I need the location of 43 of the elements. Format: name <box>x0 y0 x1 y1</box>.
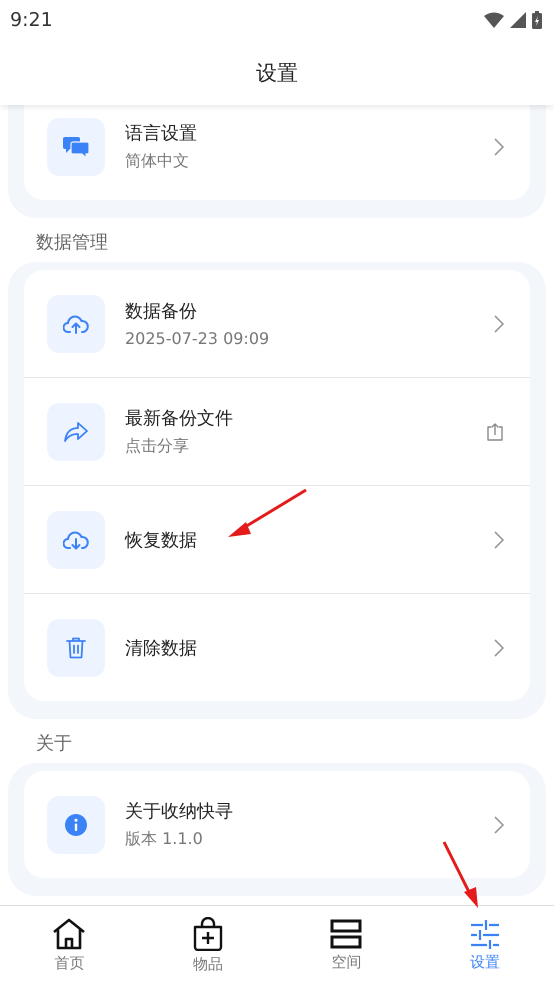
item-subtitle: 2025-07-23 09:09 <box>125 329 270 348</box>
settings-item[interactable]: 恢复数据 <box>24 485 530 593</box>
signal-icon <box>510 12 526 28</box>
settings-item[interactable]: 语言设置 简体中文 <box>24 105 530 200</box>
nav-tab[interactable]: 首页 <box>0 906 138 984</box>
bag-icon <box>192 916 224 950</box>
item-title: 最新备份文件 <box>125 407 234 430</box>
nav-tab[interactable]: 设置 <box>416 906 554 984</box>
nav-tab[interactable]: 物品 <box>138 906 277 984</box>
page-title: 设置 <box>256 60 298 86</box>
sliders-icon <box>468 918 501 948</box>
settings-item[interactable]: 数据备份 2025-07-23 09:09 <box>24 270 530 377</box>
wifi-icon <box>484 12 504 28</box>
item-title: 关于收纳快寻 <box>125 800 234 823</box>
chevron-icon <box>494 638 504 656</box>
trash-icon <box>66 636 86 658</box>
status-time: 9:21 <box>10 9 53 31</box>
section-label: 关于 <box>35 732 73 756</box>
chevron-icon <box>494 816 504 834</box>
chevron-icon <box>494 314 504 332</box>
share-icon[interactable] <box>486 422 504 440</box>
nav-tab[interactable]: 空间 <box>277 906 416 984</box>
settings-item[interactable]: 关于收纳快寻 版本 1.1.0 <box>24 771 530 878</box>
cloud-upload-icon <box>63 314 89 334</box>
stack-icon <box>330 918 362 948</box>
item-title: 恢复数据 <box>125 528 198 552</box>
chevron-icon <box>494 530 504 548</box>
cloud-download-icon <box>63 530 89 550</box>
chat-bubbles-icon <box>63 136 89 158</box>
section-label: 数据管理 <box>35 231 109 255</box>
settings-item[interactable]: 最新备份文件 点击分享 <box>24 377 530 485</box>
item-title: 清除数据 <box>125 636 198 660</box>
item-title: 语言设置 <box>125 122 198 145</box>
item-subtitle: 点击分享 <box>125 436 190 457</box>
home-icon <box>52 918 86 950</box>
item-title: 数据备份 <box>125 300 198 323</box>
battery-icon <box>532 11 542 29</box>
item-subtitle: 简体中文 <box>125 151 190 172</box>
info-icon <box>65 814 87 836</box>
item-subtitle: 版本 1.1.0 <box>125 829 204 850</box>
chevron-icon <box>494 138 504 156</box>
share-arrow-icon <box>64 422 88 442</box>
settings-item[interactable]: 清除数据 <box>24 593 530 701</box>
